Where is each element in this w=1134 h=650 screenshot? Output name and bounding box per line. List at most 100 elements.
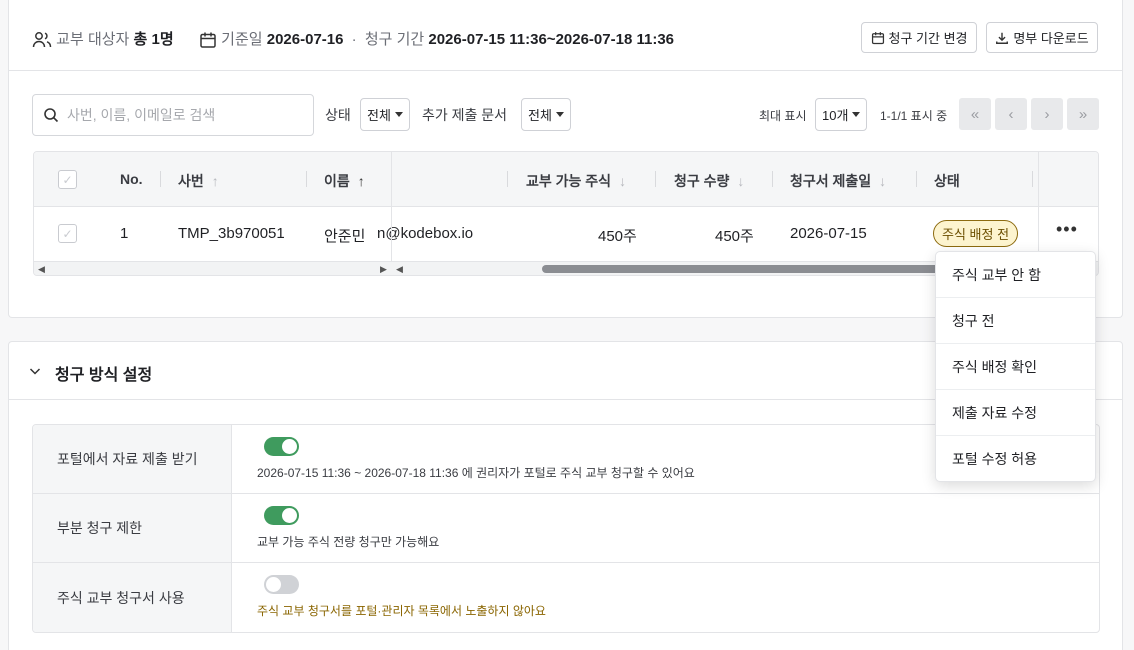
sort-up-icon: ↑	[357, 173, 365, 189]
menu-item-confirm-allocation[interactable]: 주식 배정 확인	[936, 344, 1095, 390]
base-date-label: 기준일	[221, 31, 263, 48]
scroll-left-icon[interactable]: ◀	[38, 264, 45, 275]
download-icon	[996, 32, 1009, 44]
cell-available: 450주	[598, 228, 637, 245]
column-divider	[306, 171, 307, 187]
setting-description: 주식 교부 청구서를 포털·관리자 목록에서 노출하지 않아요	[257, 604, 546, 618]
status-filter-select[interactable]: 전체	[360, 98, 410, 131]
status-change-menu: 주식 교부 안 함 청구 전 주식 배정 확인 제출 자료 수정 포털 수정 허…	[935, 251, 1096, 482]
column-divider	[160, 171, 161, 187]
page-range-text: 1-1/1 표시 중	[880, 109, 948, 123]
col-header-submit-date-label: 청구서 제출일	[790, 173, 872, 189]
target-label: 교부 대상자	[56, 31, 130, 48]
roster-summary-bar: 교부 대상자 총 1명 기준일 2026-07-16 · 청구 기간 2026-…	[9, 0, 1122, 71]
max-display-select[interactable]: 10개	[815, 98, 868, 131]
menu-item-edit-submission[interactable]: 제출 자료 수정	[936, 390, 1095, 436]
claim-settings-title: 청구 방식 설정	[55, 367, 153, 384]
setting-label: 부분 청구 제한	[33, 494, 232, 562]
col-header-available[interactable]: 교부 가능 주식 ↓	[526, 171, 626, 191]
more-options-icon[interactable]: •••	[1056, 219, 1078, 240]
column-divider	[772, 171, 773, 187]
chevron-right-icon: ›	[1044, 105, 1050, 123]
sort-down-icon: ↓	[737, 173, 745, 189]
search-box	[32, 94, 314, 136]
calendar-icon	[871, 31, 884, 44]
status-filter-label: 상태	[325, 107, 351, 123]
col-header-emp-no[interactable]: 사번 ↑	[178, 171, 219, 191]
column-divider	[507, 171, 508, 187]
first-page-button[interactable]: «	[959, 98, 991, 130]
setting-description: 교부 가능 주식 전량 청구만 가능해요	[257, 535, 440, 549]
prev-page-button[interactable]: ‹	[995, 98, 1027, 130]
setting-row-claim-form: 주식 교부 청구서 사용 주식 교부 청구서를 포털·관리자 목록에서 노출하지…	[33, 563, 1099, 632]
calendar-icon	[200, 32, 216, 48]
period-label: 청구 기간	[364, 31, 425, 48]
setting-description: 2026-07-15 11:36 ~ 2026-07-18 11:36 에 권리…	[257, 466, 695, 480]
sticky-column-divider	[1038, 152, 1039, 261]
portal-submission-toggle[interactable]	[264, 437, 299, 456]
column-divider	[916, 171, 917, 187]
search-icon	[44, 108, 59, 123]
next-page-button[interactable]: ›	[1031, 98, 1063, 130]
sort-down-icon: ↓	[619, 173, 627, 189]
separator-dot: ·	[351, 31, 357, 48]
menu-item-before-claim[interactable]: 청구 전	[936, 298, 1095, 344]
chevron-down-icon	[394, 112, 403, 117]
col-header-no: No.	[120, 171, 143, 187]
col-header-name[interactable]: 이름 ↑	[324, 171, 365, 191]
target-summary: 교부 대상자 총 1명	[32, 28, 174, 49]
cell-name: 안준민	[324, 228, 366, 245]
scrollbar-thumb[interactable]	[542, 265, 962, 273]
chevron-left-icon: ‹	[1008, 105, 1014, 123]
cell-claim-qty: 450주	[715, 228, 754, 245]
max-display-label: 최대 표시	[759, 109, 807, 123]
cell-no: 1	[120, 225, 129, 242]
target-count: 총 1명	[133, 31, 174, 48]
check-icon: ✓	[62, 226, 73, 241]
col-header-claim-qty[interactable]: 청구 수량 ↓	[674, 171, 744, 191]
change-period-button[interactable]: 청구 기간 변경	[861, 22, 977, 53]
menu-item-no-issue[interactable]: 주식 교부 안 함	[936, 252, 1095, 298]
chevron-down-icon	[852, 112, 861, 117]
menu-item-allow-portal-edit[interactable]: 포털 수정 허용	[936, 436, 1095, 482]
scroll-left-icon[interactable]: ◀	[396, 264, 403, 275]
docs-filter-select[interactable]: 전체	[521, 98, 571, 131]
period-value: 2026-07-15 11:36~2026-07-18 11:36	[428, 31, 674, 48]
col-header-name-label: 이름	[324, 173, 350, 189]
status-filter-value: 전체	[367, 108, 391, 123]
claim-form-toggle[interactable]	[264, 575, 299, 594]
sort-up-icon: ↑	[211, 173, 219, 189]
sort-down-icon: ↓	[879, 173, 887, 189]
check-icon: ✓	[62, 172, 73, 187]
toggle-knob	[282, 439, 297, 454]
cell-submit-date: 2026-07-15	[790, 225, 867, 242]
toggle-knob	[282, 508, 297, 523]
base-date-value: 2026-07-16	[266, 31, 344, 48]
max-display-value: 10개	[822, 108, 849, 123]
chevron-down-icon[interactable]	[29, 365, 41, 377]
setting-label: 포털에서 자료 제출 받기	[33, 425, 232, 493]
col-header-status: 상태	[934, 173, 960, 189]
setting-row-partial-claim: 부분 청구 제한 교부 가능 주식 전량 청구만 가능해요	[33, 494, 1099, 563]
change-period-label: 청구 기간 변경	[888, 31, 968, 46]
status-badge[interactable]: 주식 배정 전	[933, 220, 1019, 247]
search-input[interactable]	[67, 107, 297, 123]
col-header-claim-qty-label: 청구 수량	[674, 173, 730, 189]
col-header-emp-no-label: 사번	[178, 173, 204, 189]
cell-emp-no: TMP_3b970051	[178, 225, 285, 242]
download-roster-label: 명부 다운로드	[1013, 31, 1089, 46]
row-checkbox[interactable]: ✓	[58, 224, 77, 243]
docs-filter-label: 추가 제출 문서	[422, 107, 508, 123]
partial-claim-toggle[interactable]	[264, 506, 299, 525]
select-all-checkbox[interactable]: ✓	[58, 170, 77, 189]
scroll-right-icon[interactable]: ▶	[380, 264, 387, 275]
double-chevron-left-icon: «	[970, 105, 980, 123]
column-divider	[1032, 171, 1033, 187]
base-date-summary: 기준일 2026-07-16 · 청구 기간 2026-07-15 11:36~…	[199, 28, 674, 49]
col-header-available-label: 교부 가능 주식	[526, 173, 612, 189]
column-divider	[655, 171, 656, 187]
col-header-submit-date[interactable]: 청구서 제출일 ↓	[790, 171, 886, 191]
last-page-button[interactable]: »	[1067, 98, 1099, 130]
frozen-pane-divider	[391, 152, 392, 261]
download-roster-button[interactable]: 명부 다운로드	[986, 22, 1098, 53]
